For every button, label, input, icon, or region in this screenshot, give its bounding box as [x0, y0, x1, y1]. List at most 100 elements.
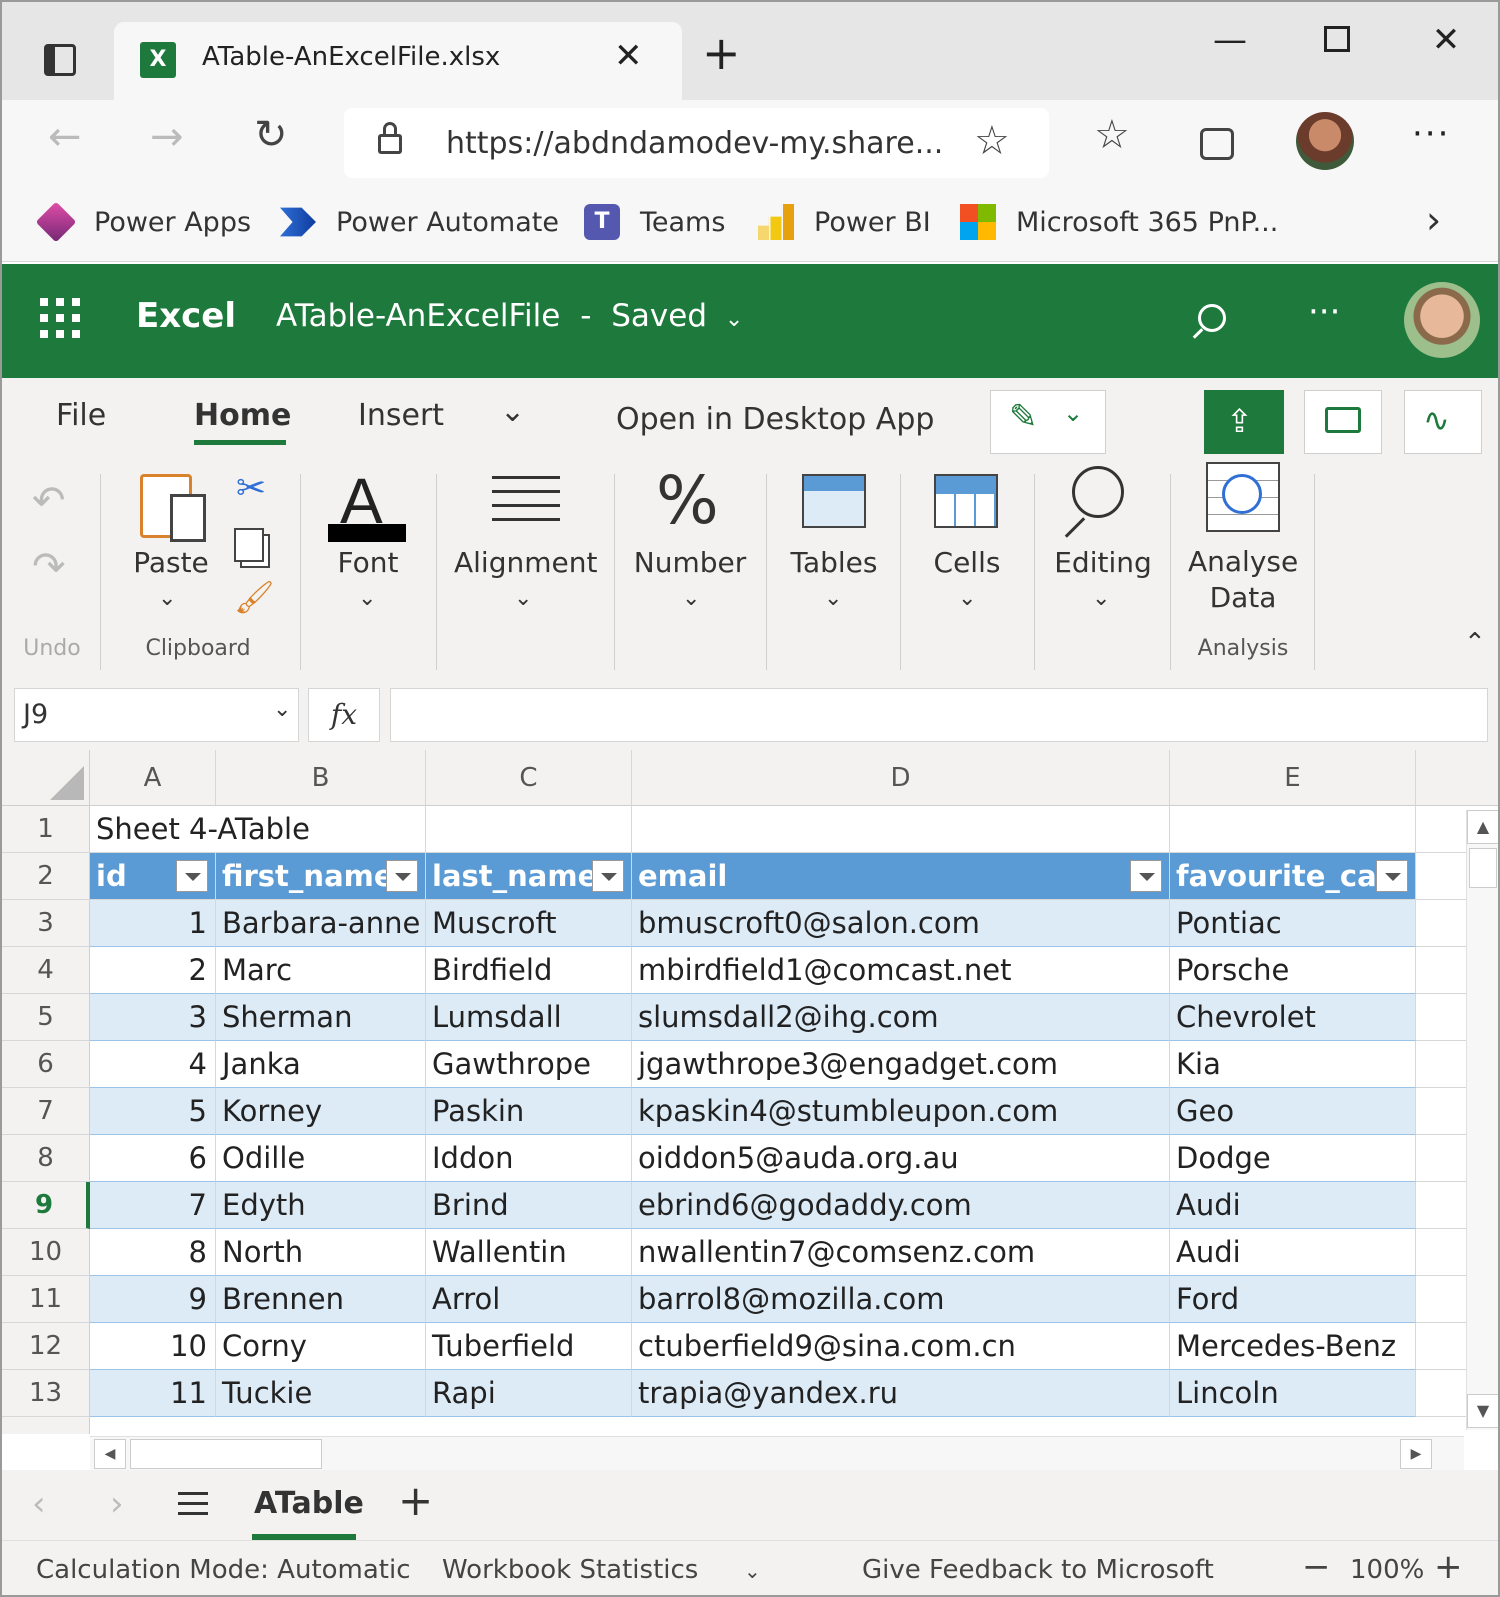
tab-home[interactable]: Home: [194, 398, 291, 433]
row-header[interactable]: 7: [2, 1088, 90, 1135]
more-options-icon[interactable]: ···: [1308, 292, 1340, 332]
table-cell[interactable]: Edyth: [216, 1182, 426, 1229]
table-cell[interactable]: Brennen: [216, 1276, 426, 1323]
table-cell[interactable]: Paskin: [426, 1088, 632, 1135]
table-header-cell[interactable]: last_name: [426, 853, 632, 900]
column-header-b[interactable]: B: [216, 750, 426, 806]
table-id-cell[interactable]: 7: [90, 1182, 216, 1229]
url-text[interactable]: https://abdndamodev-my.share...: [446, 126, 943, 161]
browser-tab-active[interactable]: X ATable-AnExcelFile.xlsx ✕: [114, 22, 682, 100]
add-favorite-icon[interactable]: ☆: [974, 118, 1010, 164]
table-header-cell[interactable]: first_name: [216, 853, 426, 900]
table-id-cell[interactable]: 8: [90, 1229, 216, 1276]
row-header[interactable]: 5: [2, 994, 90, 1041]
chevron-down-icon[interactable]: ⌄: [158, 586, 176, 611]
column-header-d[interactable]: D: [632, 750, 1170, 806]
row-header[interactable]: 11: [2, 1276, 90, 1323]
undo-icon[interactable]: ↶: [32, 478, 66, 524]
table-cell[interactable]: Dodge: [1170, 1135, 1416, 1182]
table-id-cell[interactable]: 2: [90, 947, 216, 994]
table-cell[interactable]: nwallentin7@comsenz.com: [632, 1229, 1170, 1276]
filter-dropdown-icon[interactable]: [176, 860, 208, 892]
table-cell[interactable]: Audi: [1170, 1229, 1416, 1276]
table-cell[interactable]: Audi: [1170, 1182, 1416, 1229]
column-header-c[interactable]: C: [426, 750, 632, 806]
scroll-up-icon[interactable]: ▲: [1467, 810, 1498, 844]
scroll-left-icon[interactable]: ◀: [94, 1439, 126, 1469]
table-cell[interactable]: Mercedes-Benz: [1170, 1323, 1416, 1370]
cells-button[interactable]: Cells: [922, 546, 1012, 579]
table-cell[interactable]: Iddon: [426, 1135, 632, 1182]
table-header-cell[interactable]: email: [632, 853, 1170, 900]
favorite-power-bi[interactable]: Power BI: [758, 200, 931, 244]
column-header-a[interactable]: A: [90, 750, 216, 806]
table-cell[interactable]: Brind: [426, 1182, 632, 1229]
table-cell[interactable]: Tuckie: [216, 1370, 426, 1417]
chevron-down-icon[interactable]: ⌄: [500, 394, 525, 429]
favorite-power-automate[interactable]: Power Automate: [280, 200, 559, 244]
cell[interactable]: [426, 806, 632, 853]
row-header[interactable]: 2: [2, 853, 90, 900]
open-in-desktop-app-button[interactable]: Open in Desktop App: [616, 402, 934, 437]
table-cell[interactable]: bmuscroft0@salon.com: [632, 900, 1170, 947]
insert-function-button[interactable]: fx: [308, 688, 380, 742]
all-sheets-menu-icon[interactable]: [178, 1492, 208, 1516]
chevron-down-icon[interactable]: ⌄: [824, 586, 842, 611]
cell[interactable]: [632, 806, 1170, 853]
table-cell[interactable]: barrol8@mozilla.com: [632, 1276, 1170, 1323]
table-cell[interactable]: Kia: [1170, 1041, 1416, 1088]
table-cell[interactable]: mbirdfield1@comcast.net: [632, 947, 1170, 994]
formula-input[interactable]: [390, 688, 1488, 742]
new-tab-icon[interactable]: +: [702, 26, 741, 80]
table-id-cell[interactable]: 4: [90, 1041, 216, 1088]
table-cell[interactable]: Wallentin: [426, 1229, 632, 1276]
filter-dropdown-icon[interactable]: [592, 860, 624, 892]
cut-icon[interactable]: ✂: [236, 468, 266, 509]
give-feedback-link[interactable]: Give Feedback to Microsoft: [862, 1555, 1214, 1585]
table-header-cell[interactable]: favourite_car: [1170, 853, 1416, 900]
cells-icon[interactable]: [934, 474, 998, 528]
table-id-cell[interactable]: 6: [90, 1135, 216, 1182]
chevron-down-icon[interactable]: ⌄: [358, 586, 376, 611]
font-button[interactable]: Font: [318, 546, 418, 579]
table-cell[interactable]: Lincoln: [1170, 1370, 1416, 1417]
table-id-cell[interactable]: 10: [90, 1323, 216, 1370]
table-cell[interactable]: Chevrolet: [1170, 994, 1416, 1041]
vertical-scroll-thumb[interactable]: [1469, 848, 1497, 888]
row-header[interactable]: 1: [2, 806, 90, 853]
redo-icon[interactable]: ↷: [32, 544, 66, 590]
table-cell[interactable]: trapia@yandex.ru: [632, 1370, 1170, 1417]
row-header[interactable]: 10: [2, 1229, 90, 1276]
table-cell[interactable]: kpaskin4@stumbleupon.com: [632, 1088, 1170, 1135]
alignment-button[interactable]: Alignment: [454, 546, 597, 579]
back-icon[interactable]: ←: [48, 114, 82, 160]
chevron-right-icon[interactable]: ›: [1426, 198, 1441, 242]
table-id-cell[interactable]: 1: [90, 900, 216, 947]
row-header[interactable]: 8: [2, 1135, 90, 1182]
row-header[interactable]: 12: [2, 1323, 90, 1370]
favorites-icon[interactable]: ☆: [1094, 112, 1130, 158]
search-icon[interactable]: [1198, 304, 1226, 332]
scroll-down-icon[interactable]: ▼: [1467, 1394, 1498, 1428]
table-cell[interactable]: Muscroft: [426, 900, 632, 947]
comments-button[interactable]: [1304, 390, 1382, 454]
minimize-icon[interactable]: —: [1210, 20, 1250, 60]
refresh-icon[interactable]: ↻: [254, 112, 288, 158]
calculation-mode[interactable]: Calculation Mode: Automatic: [36, 1555, 411, 1585]
table-id-cell[interactable]: 11: [90, 1370, 216, 1417]
tab-actions-icon[interactable]: [44, 44, 76, 76]
table-cell[interactable]: Barbara-anne: [216, 900, 426, 947]
table-cell[interactable]: North: [216, 1229, 426, 1276]
profile-avatar[interactable]: [1296, 112, 1354, 170]
table-cell[interactable]: Marc: [216, 947, 426, 994]
table-cell[interactable]: Korney: [216, 1088, 426, 1135]
horizontal-scroll-thumb[interactable]: [130, 1439, 322, 1469]
table-cell[interactable]: Pontiac: [1170, 900, 1416, 947]
paste-button[interactable]: Paste: [128, 546, 214, 579]
horizontal-scrollbar[interactable]: ◀ ▶: [90, 1436, 1464, 1470]
table-cell[interactable]: Tuberfield: [426, 1323, 632, 1370]
cell[interactable]: [1170, 806, 1416, 853]
activity-button[interactable]: ∿: [1404, 390, 1482, 454]
user-avatar[interactable]: [1404, 282, 1480, 358]
more-options-icon[interactable]: ···: [1412, 114, 1450, 154]
